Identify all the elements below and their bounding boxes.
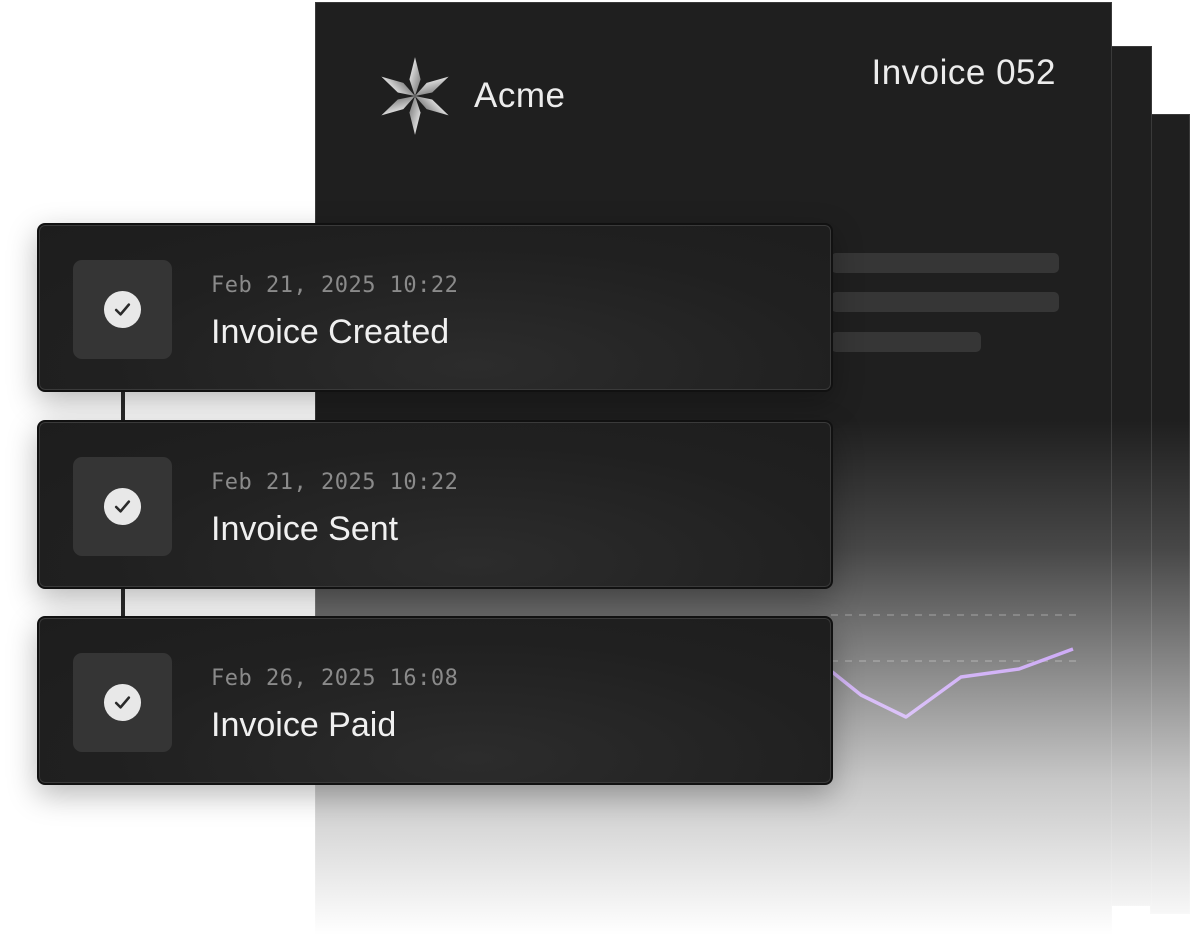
timeline-event-paid[interactable]: Feb 26, 2025 16:08 Invoice Paid — [37, 616, 833, 785]
check-circle-icon — [103, 290, 142, 329]
invoice-title: Invoice 052 — [871, 53, 1056, 92]
event-label: Invoice Paid — [211, 706, 397, 744]
event-timestamp: Feb 21, 2025 10:22 — [211, 470, 459, 495]
event-label: Invoice Sent — [211, 510, 399, 548]
invoice-sparkline — [831, 614, 1081, 719]
check-circle-icon — [103, 487, 142, 526]
event-timestamp: Feb 21, 2025 10:22 — [211, 273, 459, 298]
timeline-connector — [121, 390, 125, 424]
check-circle-icon — [103, 683, 142, 722]
event-label: Invoice Created — [211, 313, 450, 351]
sparkline-series — [831, 647, 1074, 719]
invoice-placeholder-line — [831, 292, 1059, 312]
timeline-event-sent[interactable]: Feb 21, 2025 10:22 Invoice Sent — [37, 420, 833, 589]
invoice-sheet-middle — [1110, 46, 1152, 906]
timeline-event-created[interactable]: Feb 21, 2025 10:22 Invoice Created — [37, 223, 833, 392]
brand-name: Acme — [474, 76, 566, 115]
star-burst-logo-icon — [381, 57, 449, 135]
invoice-placeholder-line — [831, 253, 1059, 273]
status-tile — [73, 457, 172, 556]
invoice-sheet-back — [1150, 114, 1190, 914]
invoice-placeholder-line — [831, 332, 981, 352]
brand: Acme — [378, 55, 565, 137]
status-tile — [73, 653, 172, 752]
status-tile — [73, 260, 172, 359]
event-timestamp: Feb 26, 2025 16:08 — [211, 666, 459, 691]
